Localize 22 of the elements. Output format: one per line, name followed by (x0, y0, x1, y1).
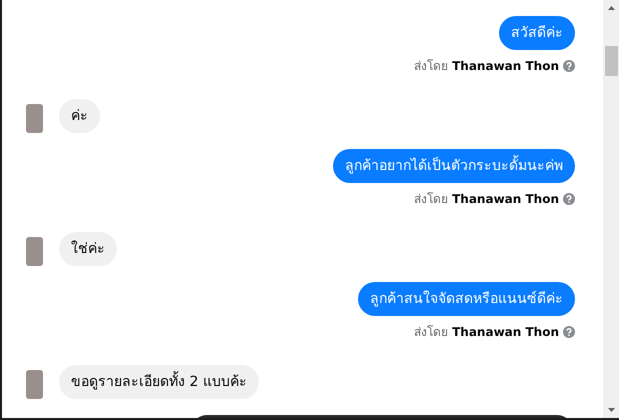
sent-by-label: ส่งโดย (414, 191, 448, 208)
sent-message-bubble: ลูกค้าอยากได้เป็นตัวกระบะดั้มนะค่พ (333, 149, 575, 183)
avatar-photo-placeholder (26, 237, 43, 266)
sent-by-label: ส่งโดย (414, 324, 448, 341)
help-icon[interactable] (563, 60, 575, 72)
received-message-bubble: ขอดูรายละเอียดทั้ง 2 แบบค้ะ (59, 365, 259, 399)
received-message-bubble: ใช่ค่ะ (59, 232, 117, 266)
avatar-photo-placeholder (26, 370, 43, 399)
help-icon[interactable] (563, 326, 575, 338)
scroll-down-arrow-icon[interactable] (608, 408, 614, 412)
vertical-scrollbar[interactable] (603, 0, 619, 418)
sender-name: Thanawan Thon (452, 324, 559, 338)
scrollbar-thumb[interactable] (604, 46, 618, 76)
sent-by-label: ส่งโดย (414, 58, 448, 75)
sent-message-bubble: ลูกค้าสนใจจัดสดหรือแนนซ์ดีค่ะ (358, 282, 575, 316)
scroll-up-arrow-icon[interactable] (608, 6, 614, 10)
sender-name: Thanawan Thon (452, 192, 559, 206)
avatar-photo-placeholder (26, 104, 43, 133)
sent-message-bubble: สวัสดีค่ะ (499, 16, 575, 50)
received-message-bubble: ค่ะ (59, 99, 100, 133)
sender-name: Thanawan Thon (452, 58, 559, 72)
help-icon[interactable] (563, 192, 575, 204)
